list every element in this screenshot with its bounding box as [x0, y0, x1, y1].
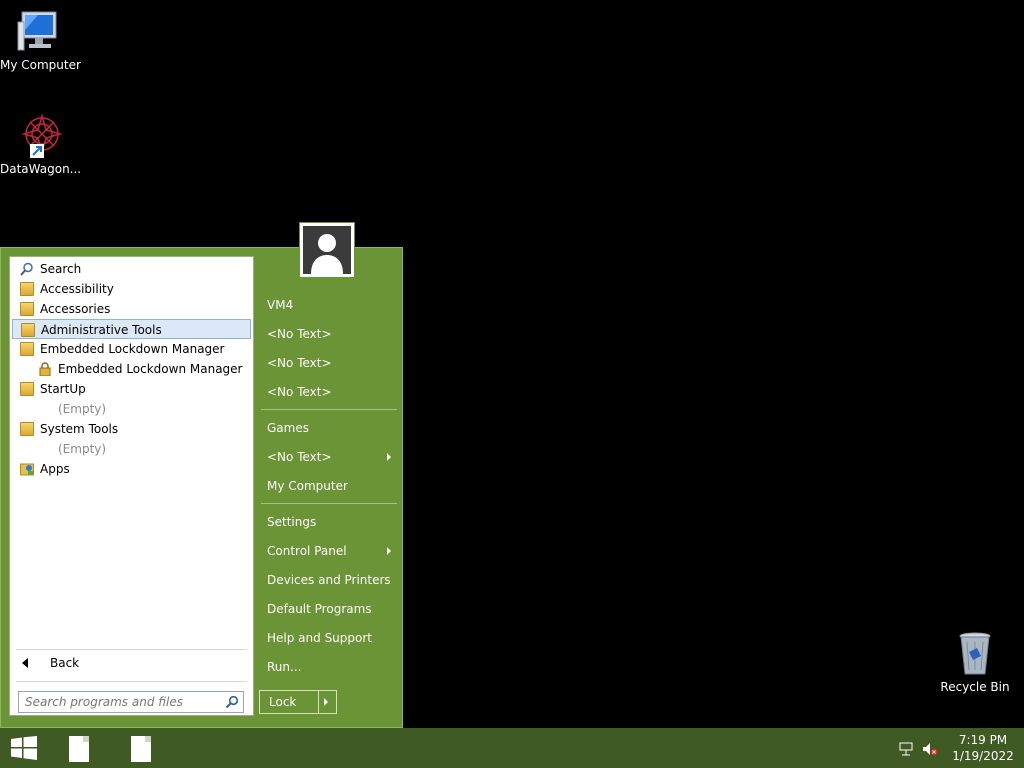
- right-item-label: Devices and Printers: [267, 573, 391, 587]
- program-item-accessories[interactable]: Accessories: [12, 299, 251, 319]
- back-button[interactable]: Back: [18, 653, 79, 673]
- lock-icon: [38, 362, 52, 377]
- user-picture[interactable]: [299, 222, 355, 278]
- taskbar-document-button-2[interactable]: [118, 728, 166, 768]
- right-item-vm4[interactable]: VM4: [259, 293, 397, 317]
- right-item-run[interactable]: Run...: [259, 655, 397, 679]
- lock-button-label: Lock: [269, 695, 297, 709]
- search-icon: [20, 262, 34, 276]
- right-item-label: My Computer: [267, 479, 348, 493]
- folder-icon: [20, 302, 34, 316]
- program-item-label: Search: [40, 262, 82, 276]
- program-item-label: Embedded Lockdown Manager: [40, 342, 225, 356]
- folder-icon: [20, 282, 34, 296]
- document-icon: [69, 736, 89, 762]
- search-input[interactable]: [19, 692, 221, 712]
- program-item-label: (Empty): [58, 402, 107, 416]
- right-item-label: VM4: [267, 298, 294, 312]
- right-item-help-and-support[interactable]: Help and Support: [259, 626, 397, 650]
- right-item-control-panel[interactable]: Control Panel: [259, 539, 397, 563]
- right-item-default-programs[interactable]: Default Programs: [259, 597, 397, 621]
- folder-icon: [20, 422, 34, 436]
- user-avatar-icon: [303, 226, 351, 274]
- pane-separator: [16, 649, 247, 650]
- search-box: [18, 691, 244, 713]
- right-item-no-text-3[interactable]: <No Text>: [259, 380, 397, 404]
- start-button[interactable]: [0, 728, 48, 768]
- right-item-no-text-2[interactable]: <No Text>: [259, 351, 397, 375]
- right-item-label: <No Text>: [267, 356, 332, 370]
- volume-muted-icon[interactable]: [922, 741, 938, 757]
- right-item-label: Default Programs: [267, 602, 372, 616]
- lock-options-arrow-icon[interactable]: [324, 698, 328, 706]
- program-item-label: System Tools: [40, 422, 119, 436]
- monitor-computer-icon: [16, 8, 64, 56]
- program-item-administrative-tools[interactable]: Administrative Tools: [12, 319, 251, 339]
- recycle-bin-icon: [951, 630, 999, 678]
- search-icon[interactable]: [225, 695, 239, 709]
- apps-folder-icon: [20, 462, 34, 476]
- program-item-label: Apps: [40, 462, 70, 476]
- program-item-label: StartUp: [40, 382, 86, 396]
- taskbar: 7:19 PM 1/19/2022: [0, 728, 1024, 768]
- right-item-label: <No Text>: [267, 385, 332, 399]
- taskbar-document-button-1[interactable]: [56, 728, 104, 768]
- lock-button[interactable]: Lock: [259, 690, 337, 714]
- desktop-icon-label: Recycle Bin: [940, 680, 1010, 694]
- network-icon[interactable]: [898, 741, 914, 757]
- right-item-label: Games: [267, 421, 309, 435]
- right-separator: [261, 503, 397, 504]
- right-item-label: Control Panel: [267, 544, 347, 558]
- program-item-embedded-lockdown-manager-folder[interactable]: Embedded Lockdown Manager: [12, 339, 251, 359]
- program-item-label: Accessibility: [40, 282, 114, 296]
- desktop-icon-recycle-bin[interactable]: Recycle Bin: [935, 630, 1015, 694]
- folder-icon: [20, 382, 34, 396]
- program-item-label: (Empty): [58, 442, 107, 456]
- datawagon-shortcut-icon: [16, 112, 64, 160]
- submenu-arrow-icon: [387, 547, 391, 555]
- program-item-label: Embedded Lockdown Manager: [58, 362, 243, 376]
- program-item-accessibility[interactable]: Accessibility: [12, 279, 251, 299]
- taskbar-clock[interactable]: 7:19 PM 1/19/2022: [952, 732, 1014, 764]
- programs-pane: Search Accessibility Accessories Adminis…: [9, 256, 254, 716]
- windows-logo-icon: [11, 736, 37, 760]
- back-label: Back: [50, 656, 80, 670]
- programs-list: Search Accessibility Accessories Adminis…: [12, 259, 251, 479]
- right-item-label: Settings: [267, 515, 317, 529]
- program-item-system-tools[interactable]: System Tools: [12, 419, 251, 439]
- right-item-settings[interactable]: Settings: [259, 510, 397, 534]
- desktop-icon-label: My Computer: [0, 58, 81, 72]
- submenu-arrow-icon: [387, 453, 391, 461]
- program-item-label: Administrative Tools: [41, 323, 162, 337]
- program-item-search[interactable]: Search: [12, 259, 251, 279]
- start-menu: Search Accessibility Accessories Adminis…: [0, 247, 403, 728]
- desktop-icon-my-computer[interactable]: My Computer: [0, 8, 81, 72]
- program-item-startup[interactable]: StartUp: [12, 379, 251, 399]
- document-icon: [131, 736, 151, 762]
- program-item-label: Accessories: [40, 302, 111, 316]
- right-item-label: <No Text>: [267, 327, 332, 341]
- right-item-no-text-4[interactable]: <No Text>: [259, 445, 397, 469]
- right-item-devices-and-printers[interactable]: Devices and Printers: [259, 568, 397, 592]
- desktop-icon-datawagon[interactable]: DataWagon...: [0, 112, 82, 176]
- folder-icon: [20, 342, 34, 356]
- clock-date: 1/19/2022: [952, 749, 1014, 763]
- right-item-my-computer[interactable]: My Computer: [259, 474, 397, 498]
- right-separator: [261, 409, 397, 410]
- right-item-label: <No Text>: [267, 450, 332, 464]
- desktop-icon-label: DataWagon...: [0, 162, 82, 176]
- program-item-apps[interactable]: Apps: [12, 459, 251, 479]
- pane-separator: [16, 681, 247, 682]
- right-item-label: Help and Support: [267, 631, 372, 645]
- program-item-empty: (Empty): [12, 439, 251, 459]
- clock-time: 7:19 PM: [958, 733, 1008, 747]
- right-item-label: Run...: [267, 660, 302, 674]
- folder-icon: [21, 323, 35, 337]
- program-item-empty: (Empty): [12, 399, 251, 419]
- program-item-embedded-lockdown-manager[interactable]: Embedded Lockdown Manager: [12, 359, 251, 379]
- lock-button-divider: [318, 691, 319, 713]
- right-item-no-text-1[interactable]: <No Text>: [259, 322, 397, 346]
- right-item-games[interactable]: Games: [259, 416, 397, 440]
- back-arrow-icon: [22, 658, 28, 668]
